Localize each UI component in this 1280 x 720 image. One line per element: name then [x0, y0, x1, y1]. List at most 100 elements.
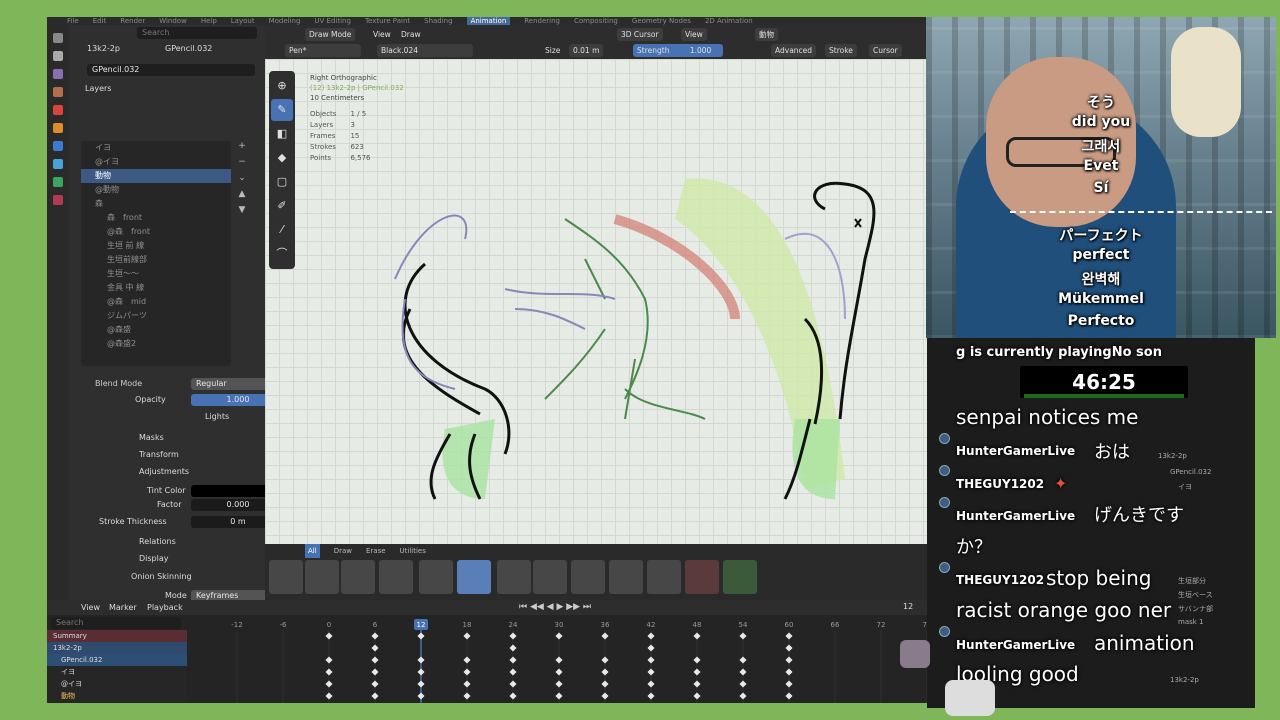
- section-layers[interactable]: Layers: [85, 82, 111, 96]
- brush-thumbnail[interactable]: [571, 560, 605, 594]
- outliner-item[interactable]: mask 1: [1178, 618, 1204, 626]
- layer-item[interactable]: 生垣前線部: [81, 253, 231, 267]
- brush-thumbnail[interactable]: [723, 560, 757, 594]
- viewport-canvas[interactable]: ⊕ ✎ ◧ ◆ ▢ ✐ ⁄ ⌒ Right Orthographic (12) …: [265, 59, 927, 572]
- cursor-3d-select[interactable]: 3D Cursor: [617, 28, 663, 41]
- layer-item[interactable]: @イヨ: [81, 155, 231, 169]
- layer-item[interactable]: 生垣〜〜: [81, 267, 231, 281]
- view-select[interactable]: View: [681, 28, 707, 41]
- outliner-item[interactable]: イヨ: [1178, 482, 1192, 492]
- layer-item[interactable]: イヨ: [81, 141, 231, 155]
- outliner-item[interactable]: 13k2-2p: [1170, 676, 1199, 684]
- menu-window[interactable]: Window: [159, 17, 187, 25]
- outliner-item[interactable]: GPencil.032: [1170, 468, 1211, 476]
- tab-compositing[interactable]: Compositing: [574, 17, 618, 25]
- tab-animation[interactable]: Animation: [466, 17, 511, 25]
- channel-layer[interactable]: 動物: [47, 690, 187, 702]
- brush-thumbnail[interactable]: [341, 560, 375, 594]
- tab-shading[interactable]: Shading: [424, 17, 452, 25]
- blend-mode-select[interactable]: Regular: [191, 378, 265, 390]
- brush-select[interactable]: Pen*: [285, 44, 361, 57]
- relations-panel[interactable]: Relations: [139, 535, 176, 549]
- channel-layer[interactable]: イヨ: [47, 666, 187, 678]
- layer-item[interactable]: 森 front: [81, 211, 231, 225]
- layer-item[interactable]: 生垣 前 線: [81, 239, 231, 253]
- brush-thumbnail[interactable]: [609, 560, 643, 594]
- timeline-ruler[interactable]: -12-606121824303642485460667278: [187, 600, 927, 703]
- tab-rendering[interactable]: Rendering: [524, 17, 560, 25]
- cursor-menu[interactable]: Cursor: [869, 44, 902, 57]
- outliner-item[interactable]: 生垣部分: [1178, 576, 1206, 586]
- brush-thumbnail[interactable]: [269, 560, 303, 594]
- channel-scene[interactable]: 13k2-2p: [47, 642, 187, 654]
- search-input[interactable]: Search: [137, 27, 257, 39]
- tab-texture-paint[interactable]: Texture Paint: [365, 17, 410, 25]
- draw-menu[interactable]: Draw: [397, 28, 425, 41]
- tab-geometry-nodes[interactable]: Geometry Nodes: [632, 17, 691, 25]
- tab-uv-editing[interactable]: UV Editing: [314, 17, 351, 25]
- layer-item[interactable]: @森 mid: [81, 295, 231, 309]
- menu-render[interactable]: Render: [120, 17, 145, 25]
- layer-item[interactable]: 森: [81, 197, 231, 211]
- asset-tab-utilities[interactable]: Utilities: [400, 544, 426, 558]
- stroke-menu[interactable]: Stroke: [825, 44, 857, 57]
- remove-layer-icon[interactable]: −: [235, 157, 249, 173]
- output-icon[interactable]: [53, 69, 63, 79]
- data-icon[interactable]: [53, 177, 63, 187]
- world-icon[interactable]: [53, 105, 63, 115]
- layer-menu-icon[interactable]: ⌄: [235, 173, 249, 189]
- gpencil-data-name[interactable]: GPencil.032: [87, 64, 255, 76]
- layer-item[interactable]: @森 front: [81, 225, 231, 239]
- object-icon[interactable]: [53, 123, 63, 133]
- display-panel[interactable]: Display: [139, 552, 169, 566]
- channel-summary[interactable]: Summary: [47, 630, 187, 642]
- move-up-icon[interactable]: ▲: [235, 189, 249, 205]
- tab-modeling[interactable]: Modeling: [269, 17, 301, 25]
- onion-mode-select[interactable]: Keyframes: [191, 590, 265, 600]
- scene-icon[interactable]: [53, 87, 63, 97]
- brush-thumbnail[interactable]: [305, 560, 339, 594]
- move-down-icon[interactable]: ▼: [235, 205, 249, 221]
- brush-thumbnail[interactable]: [379, 560, 413, 594]
- modifier-icon[interactable]: [53, 141, 63, 151]
- mode-select[interactable]: Draw Mode: [305, 28, 356, 41]
- tint-color-swatch[interactable]: [191, 485, 265, 497]
- menu-file[interactable]: File: [67, 17, 79, 25]
- factor-slider[interactable]: 0.000: [191, 499, 265, 511]
- size-field[interactable]: 0.01 m: [569, 44, 604, 57]
- material-select[interactable]: Black.024: [377, 44, 473, 57]
- brush-thumbnail[interactable]: [647, 560, 681, 594]
- lights-checkbox[interactable]: Lights: [205, 410, 229, 424]
- brush-thumbnail[interactable]: [419, 560, 453, 594]
- layer-item-selected[interactable]: 動物: [81, 169, 231, 183]
- layer-item[interactable]: ジムパーツ: [81, 309, 231, 323]
- menu-edit[interactable]: Edit: [93, 17, 107, 25]
- add-layer-icon[interactable]: +: [235, 141, 249, 157]
- layer-item[interactable]: @森盛: [81, 323, 231, 337]
- object-select[interactable]: 動物: [755, 28, 778, 41]
- menu-help[interactable]: Help: [201, 17, 217, 25]
- outliner-item[interactable]: 生垣ベース: [1178, 590, 1213, 600]
- layer-item[interactable]: 金具 中 線: [81, 281, 231, 295]
- timeline-menu-view[interactable]: View: [81, 603, 100, 612]
- layer-item[interactable]: @森盛2: [81, 337, 231, 351]
- brush-thumbnail[interactable]: [497, 560, 531, 594]
- layer-item[interactable]: @動物: [81, 183, 231, 197]
- timeline-menu-playback[interactable]: Playback: [147, 603, 183, 612]
- render-icon[interactable]: [53, 51, 63, 61]
- tab-2d-animation[interactable]: 2D Animation: [705, 17, 753, 25]
- material-icon[interactable]: [53, 195, 63, 205]
- timeline-search-input[interactable]: Search: [51, 617, 181, 629]
- brush-thumbnail-selected[interactable]: [457, 560, 491, 594]
- transform-panel[interactable]: Transform: [139, 448, 179, 462]
- strength-slider[interactable]: Strength 1.000: [633, 44, 723, 57]
- onion-skinning-panel[interactable]: Onion Skinning: [131, 570, 192, 584]
- tab-layout[interactable]: Layout: [231, 17, 255, 25]
- effects-icon[interactable]: [53, 159, 63, 169]
- asset-tab-draw[interactable]: Draw: [334, 544, 352, 558]
- opacity-slider[interactable]: 1.000: [191, 394, 265, 406]
- advanced-menu[interactable]: Advanced: [771, 44, 817, 57]
- brush-thumbnail[interactable]: [533, 560, 567, 594]
- masks-panel[interactable]: Masks: [139, 431, 164, 445]
- outliner-item[interactable]: 13k2-2p: [1158, 452, 1187, 460]
